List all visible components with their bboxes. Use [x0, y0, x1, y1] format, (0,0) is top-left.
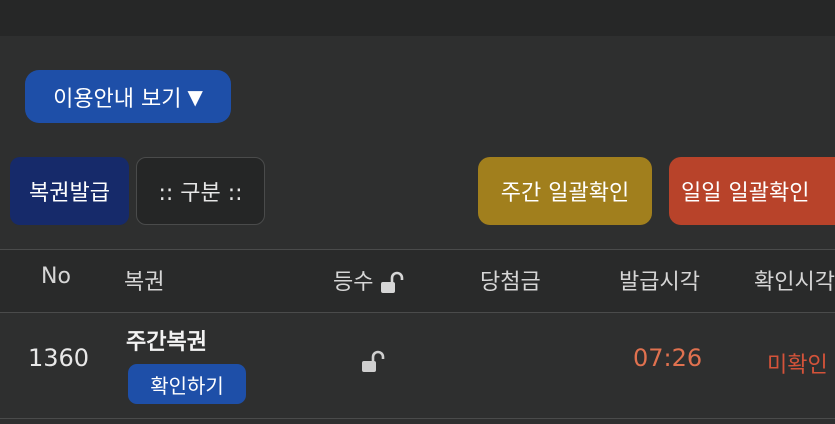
usage-guide-label: 이용안내 보기	[53, 86, 182, 112]
header-rank-label: 등수	[333, 270, 374, 295]
table-row-divider	[0, 418, 835, 419]
top-bar	[0, 0, 835, 36]
table-header-divider	[0, 312, 835, 313]
issue-lottery-button[interactable]: 복권발급	[10, 157, 129, 225]
category-select[interactable]: :: 구분 ::	[136, 157, 265, 225]
row-rank	[360, 350, 388, 378]
confirm-status: 미확인	[767, 353, 828, 378]
issued-time: 07:26	[633, 344, 703, 372]
weekly-bulk-confirm-button[interactable]: 주간 일괄확인	[478, 157, 652, 225]
unlock-icon	[381, 271, 404, 293]
row-number: 1360	[28, 344, 90, 372]
dropdown-arrow-icon: ▼	[187, 84, 203, 109]
header-issued-time: 발급시각	[619, 270, 700, 295]
daily-bulk-confirm-button[interactable]: 일일 일괄확인	[669, 157, 835, 225]
header-lottery: 복권	[124, 270, 165, 295]
header-rank: 등수	[333, 264, 406, 296]
lottery-name: 주간복권	[126, 330, 207, 355]
unlock-icon	[362, 350, 385, 372]
confirm-button[interactable]: 확인하기	[128, 364, 246, 404]
header-confirm-time: 확인시각	[754, 270, 835, 295]
header-no: No	[41, 264, 71, 289]
usage-guide-button[interactable]: 이용안내 보기 ▼	[25, 70, 231, 123]
header-prize: 당첨금	[480, 270, 541, 295]
